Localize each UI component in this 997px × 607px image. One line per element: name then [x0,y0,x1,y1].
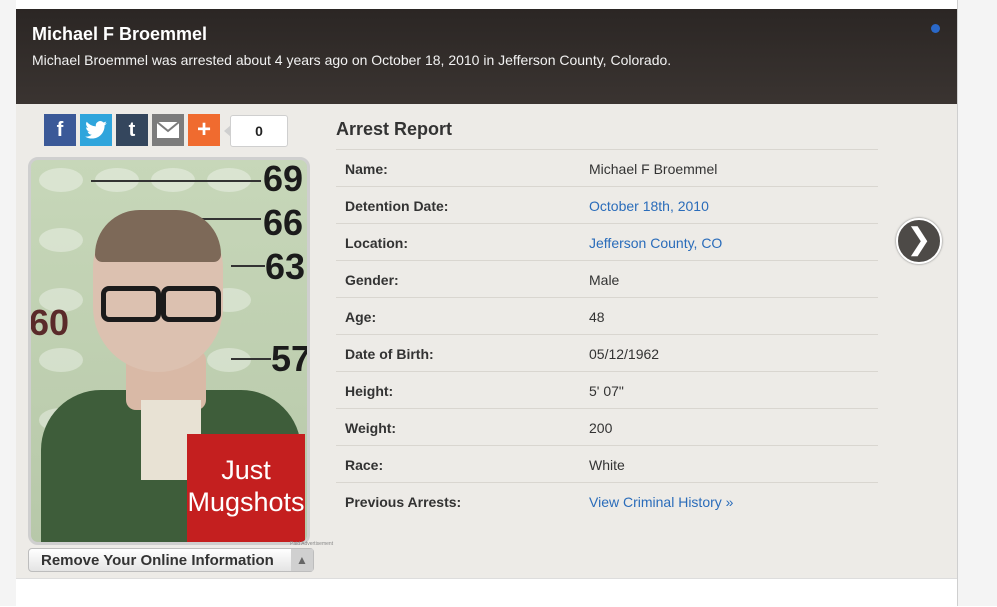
height-mark-69: 69 [263,158,304,199]
report-row-age: Age: 48 [336,297,878,334]
report-row-detention-date: Detention Date: October 18th, 2010 [336,186,878,223]
plus-icon: + [196,116,211,143]
more-share-button[interactable]: + [188,114,220,146]
mugshot-photo[interactable]: 69 66 63 60 57 Just Mugshots [28,157,310,545]
bottom-bar [16,578,957,607]
report-row-race: Race: White [336,445,878,482]
facebook-share-button[interactable]: f [44,114,76,146]
glasses-right [161,286,221,322]
remove-online-info-button[interactable]: Remove Your Online Information ▲ [28,548,314,572]
chevron-right-icon: ❯ [906,223,932,256]
tumblr-icon: t [128,119,136,141]
ad-label: Paid Advertisement [290,541,334,547]
height-mark-57: 57 [271,338,310,379]
just-mugshots-logo: Just Mugshots [187,434,305,542]
report-row-previous-arrests: Previous Arrests: View Criminal History … [336,482,878,519]
report-row-dob: Date of Birth: 05/12/1962 [336,334,878,371]
email-share-button[interactable] [152,114,184,146]
report-row-weight: Weight: 200 [336,408,878,445]
glasses-left [101,286,161,322]
tumblr-share-button[interactable]: t [116,114,148,146]
arrest-report-table: Name: Michael F Broemmel Detention Date:… [336,149,878,519]
twitter-share-button[interactable] [80,114,112,146]
detention-date-link[interactable]: October 18th, 2010 [589,198,709,214]
profile-subtitle: Michael Broemmel was arrested about 4 ye… [32,52,672,68]
facebook-icon: f [56,119,64,141]
twitter-icon [85,121,107,139]
report-row-location: Location: Jefferson County, CO [336,223,878,260]
report-row-gender: Gender: Male [336,260,878,297]
height-mark-63: 63 [265,246,306,287]
arrest-report-title: Arrest Report [336,119,453,139]
page-right-margin [957,0,997,606]
share-count: 0 [224,115,288,147]
view-criminal-history-link[interactable]: View Criminal History » [589,494,733,510]
main-content: f t + 0 69 66 63 60 57 Just Mugshots Pai… [16,104,957,578]
envelope-icon [156,121,180,138]
remove-button-label: Remove Your Online Information [41,552,274,569]
height-mark-66: 66 [263,202,304,243]
arrow-up-icon: ▲ [291,549,313,571]
next-arrow-button[interactable]: ❯ [896,218,942,264]
height-mark-60: 60 [29,302,70,343]
profile-title: Michael F Broemmel [32,24,208,44]
location-link[interactable]: Jefferson County, CO [589,235,722,251]
slide-indicator-dot[interactable] [931,24,940,33]
profile-header: Michael F Broemmel Michael Broemmel was … [16,9,957,104]
report-row-height: Height: 5' 07" [336,371,878,408]
report-row-name: Name: Michael F Broemmel [336,149,878,186]
page-left-margin [0,0,16,606]
